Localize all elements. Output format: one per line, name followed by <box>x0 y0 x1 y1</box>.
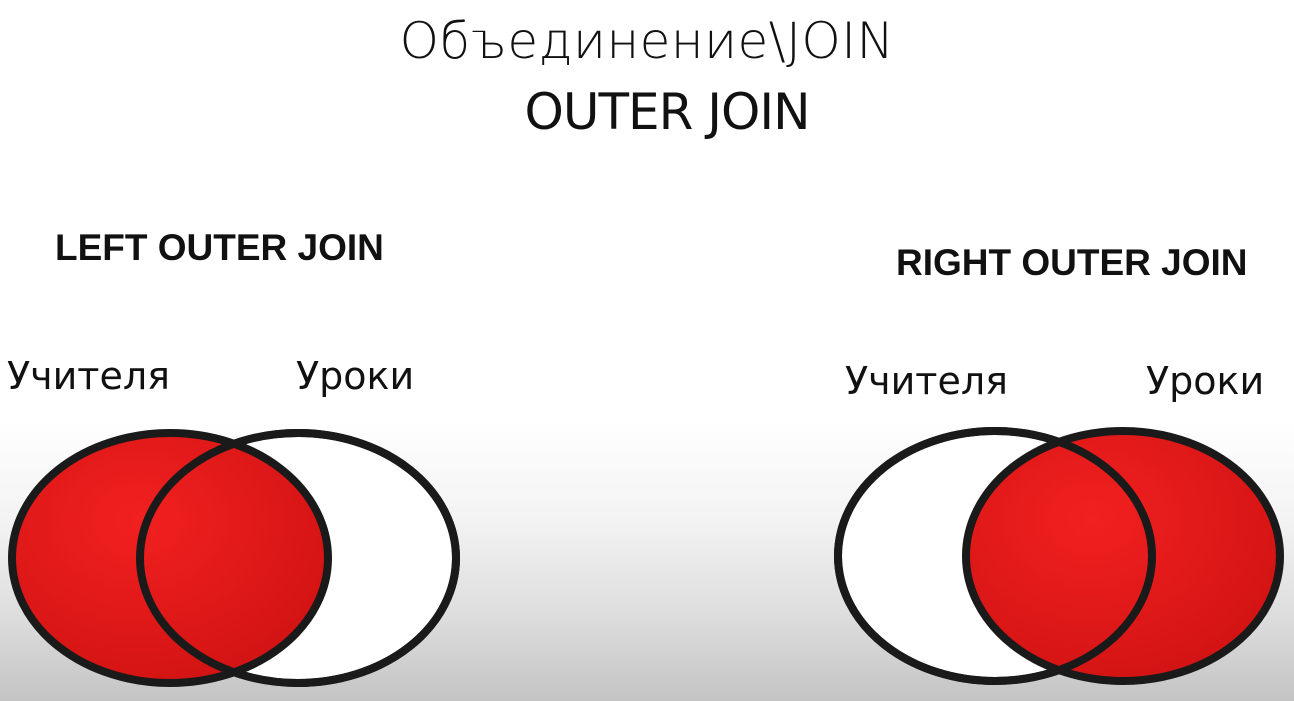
header-title: Объединение\JOIN <box>399 12 895 70</box>
header-subtitle: OUTER JOIN <box>524 83 811 141</box>
left-set-b-label: Уроки <box>296 354 415 398</box>
right-set-a-label: Учителя <box>845 359 1008 403</box>
right-join-title: RIGHT OUTER JOIN <box>896 242 1248 283</box>
right-set-b-label: Уроки <box>1146 359 1265 403</box>
left-set-a-circle <box>8 429 332 687</box>
venn-diagrams <box>8 427 1284 687</box>
left-join-title: LEFT OUTER JOIN <box>55 227 384 268</box>
right-set-b-circle <box>962 427 1284 685</box>
left-set-a-label: Учителя <box>7 354 170 398</box>
right-outer-join-venn <box>834 427 1284 685</box>
left-outer-join-venn <box>8 429 460 687</box>
